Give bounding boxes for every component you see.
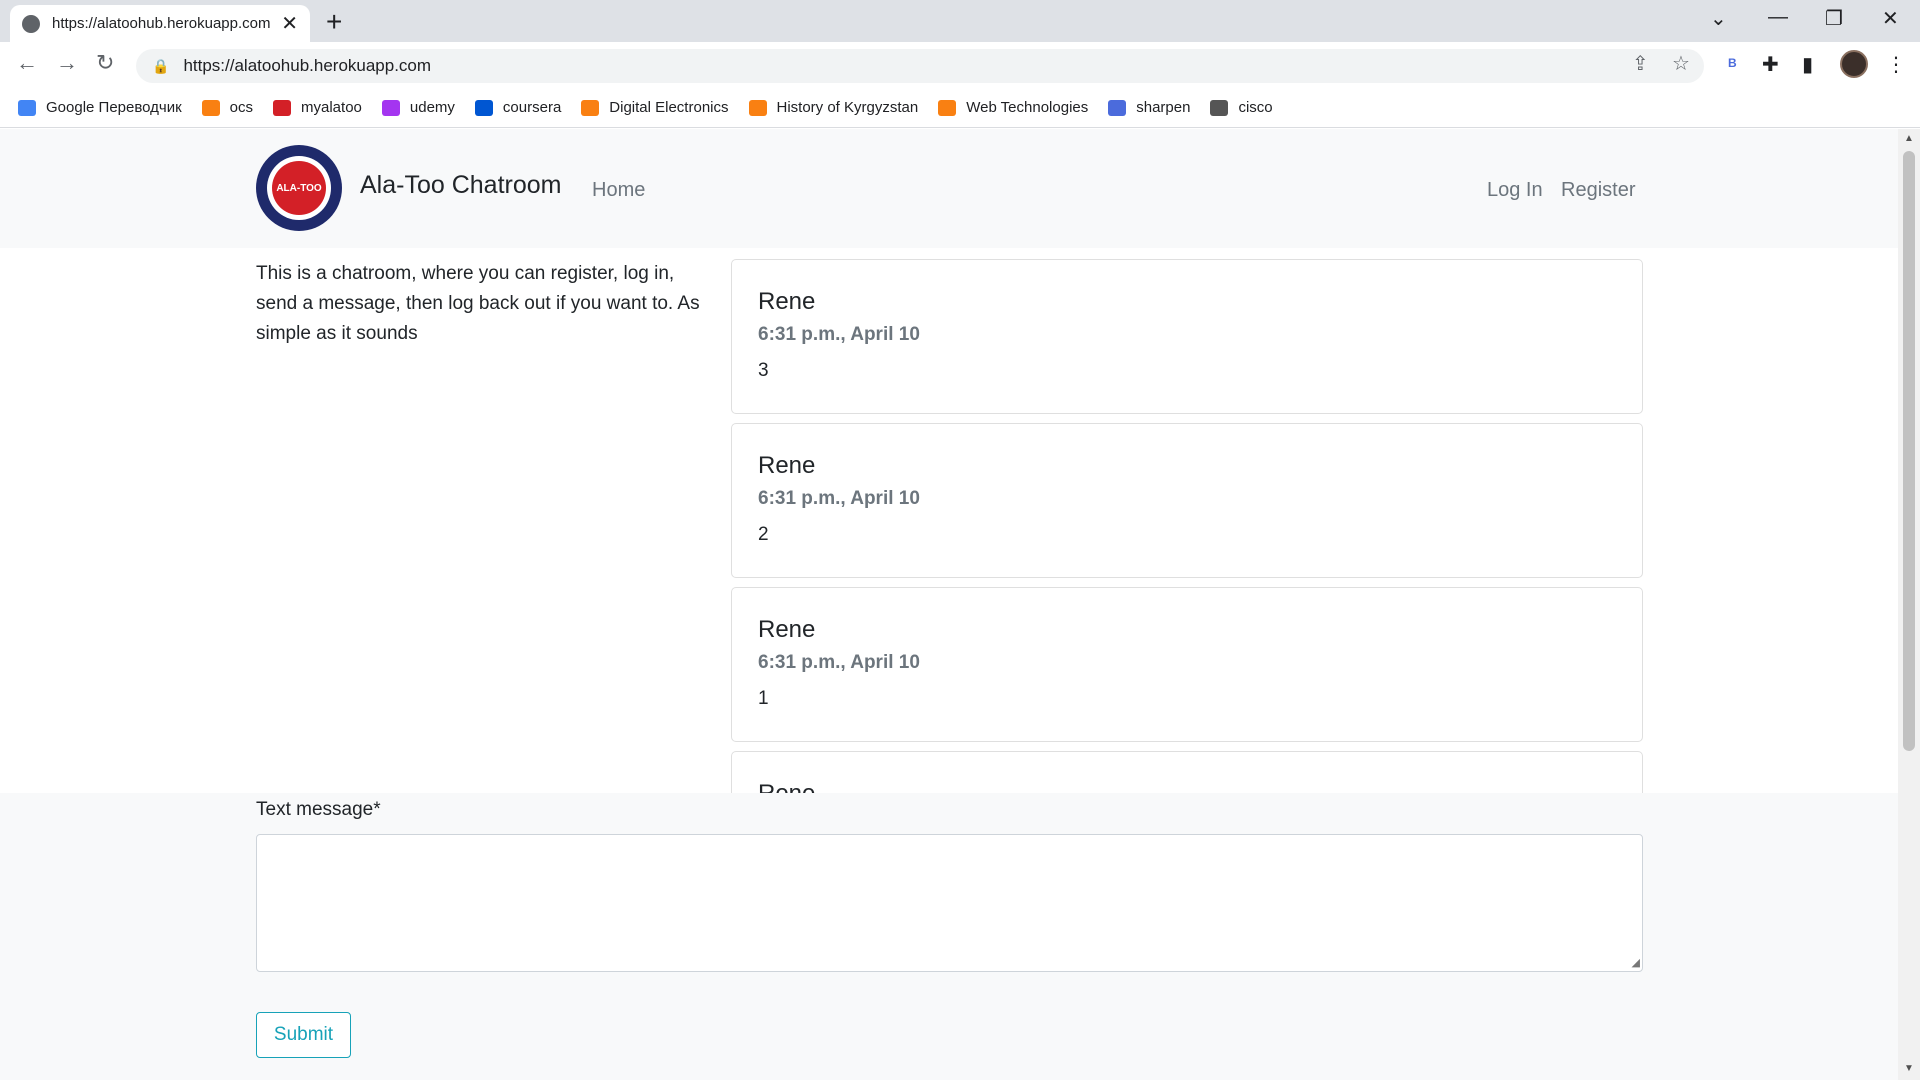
back-icon[interactable]: ← [16, 50, 38, 76]
message-form: Text message* ◢ Submit [0, 793, 1898, 1080]
url-text: https://alatoohub.herokuapp.com [183, 56, 432, 75]
intro-text: This is a chatroom, where you can regist… [256, 263, 700, 344]
browser-toolbar: ← → ↻ 🔒 https://alatoohub.herokuapp.com … [0, 42, 1920, 88]
university-logo[interactable]: ALA-TOO [256, 145, 342, 231]
profile-avatar[interactable] [1840, 50, 1868, 78]
bookmark-label: Google Переводчик [46, 99, 182, 116]
brand-link[interactable]: Ala-Too Chatroom [360, 171, 561, 200]
submit-button[interactable]: Submit [256, 1012, 351, 1058]
nav-home-link[interactable]: Home [592, 179, 645, 202]
web-page: ALA-TOO Ala-Too Chatroom Home Log In Reg… [0, 129, 1898, 1080]
message-body: 1 [758, 688, 769, 709]
bookmark-item[interactable]: coursera [474, 99, 562, 116]
logo-emblem: ALA-TOO [272, 161, 326, 215]
bookmark-item[interactable]: History of Kyrgyzstan [748, 99, 919, 116]
minimize-icon[interactable]: — [1768, 6, 1788, 29]
message-card: Rene 6:31 p.m., April 10 3 [731, 259, 1643, 414]
bookmark-item[interactable]: Web Technologies [938, 99, 1088, 116]
bookmark-item[interactable]: sharpen [1108, 99, 1190, 116]
extension-b-icon[interactable]: B [1728, 56, 1737, 70]
scroll-down-arrow-icon[interactable]: ▼ [1904, 1063, 1914, 1074]
scrollbar-thumb[interactable] [1903, 151, 1915, 751]
tab-title: https://alatoohub.herokuapp.com [52, 15, 271, 32]
moodle-icon [201, 99, 220, 116]
message-time: 6:31 p.m., April 10 [758, 652, 920, 673]
bookmark-label: sharpen [1136, 99, 1191, 116]
nav-register-link[interactable]: Register [1561, 179, 1635, 202]
side-panel-icon[interactable]: ▮ [1802, 52, 1813, 77]
address-bar[interactable]: 🔒 https://alatoohub.herokuapp.com [136, 49, 1704, 83]
nav-login-link[interactable]: Log In [1487, 179, 1543, 202]
message-card: Rene 6:31 p.m., April 10 1 [731, 587, 1643, 742]
bookmark-label: ocs [229, 99, 254, 116]
bookmark-label: cisco [1238, 99, 1273, 116]
close-tab-icon[interactable]: ✕ [281, 11, 298, 36]
lock-icon: 🔒 [152, 57, 170, 74]
scroll-up-arrow-icon[interactable]: ▲ [1904, 133, 1914, 144]
resize-handle-icon[interactable]: ◢ [1632, 956, 1640, 969]
browser-tab[interactable]: https://alatoohub.herokuapp.com ✕ [10, 5, 310, 42]
bookmark-label: coursera [502, 99, 562, 116]
bookmarks-bar: Google Переводчик ocs myalatoo udemy courser… [0, 88, 1920, 128]
reload-icon[interactable]: ↻ [96, 50, 114, 76]
text-message-input[interactable]: ◢ [256, 834, 1643, 972]
bookmark-item[interactable]: myalatoo [273, 99, 362, 116]
bookmark-label: udemy [409, 99, 455, 116]
message-time: 6:31 p.m., April 10 [758, 324, 920, 345]
bookmark-item[interactable]: Digital Electronics [581, 99, 729, 116]
message-author: Rene [758, 616, 816, 643]
moodle-icon [581, 99, 600, 116]
bookmark-item[interactable]: udemy [381, 99, 455, 116]
globe-icon [22, 14, 40, 33]
bookmark-label: myalatoo [301, 99, 362, 116]
message-time: 6:31 p.m., April 10 [758, 488, 920, 509]
text-message-label: Text message* [256, 799, 381, 820]
page-scrollbar[interactable]: ▲ ▼ [1898, 129, 1920, 1080]
udemy-icon [381, 99, 400, 116]
cisco-icon [1210, 99, 1229, 116]
menu-kebab-icon[interactable]: ⋮ [1886, 52, 1906, 77]
message-body: 3 [758, 360, 769, 381]
message-author: Rene [758, 452, 816, 479]
bookmark-item[interactable]: cisco [1210, 99, 1273, 116]
myalatoo-icon [273, 99, 292, 116]
bookmark-label: Digital Electronics [609, 99, 729, 116]
message-card: Rene 6:31 p.m., April 10 2 [731, 423, 1643, 578]
share-icon[interactable]: ⇪ [1632, 51, 1649, 76]
close-window-icon[interactable]: ✕ [1882, 6, 1899, 31]
message-author: Rene [758, 288, 816, 315]
bookmark-item[interactable]: Google Переводчик [18, 99, 182, 116]
bookmark-item[interactable]: ocs [201, 99, 254, 116]
new-tab-button[interactable]: + [326, 6, 342, 38]
moodle-icon [938, 99, 957, 116]
bookmark-label: History of Kyrgyzstan [776, 99, 919, 116]
bookmark-label: Web Technologies [966, 99, 1089, 116]
google-translate-icon [18, 99, 36, 116]
sharpen-icon [1108, 99, 1127, 116]
site-navbar: ALA-TOO Ala-Too Chatroom Home Log In Reg… [0, 129, 1898, 248]
tab-strip: https://alatoohub.herokuapp.com ✕ + ⌄ — … [0, 0, 1920, 42]
forward-icon[interactable]: → [56, 50, 78, 76]
message-body: 2 [758, 524, 769, 545]
moodle-icon [748, 99, 767, 116]
tab-search-icon[interactable]: ⌄ [1710, 6, 1727, 31]
bookmark-star-icon[interactable]: ☆ [1672, 51, 1690, 76]
extensions-puzzle-icon[interactable]: ✚ [1762, 52, 1779, 77]
maximize-icon[interactable]: ❐ [1825, 6, 1843, 31]
coursera-icon [474, 99, 493, 116]
